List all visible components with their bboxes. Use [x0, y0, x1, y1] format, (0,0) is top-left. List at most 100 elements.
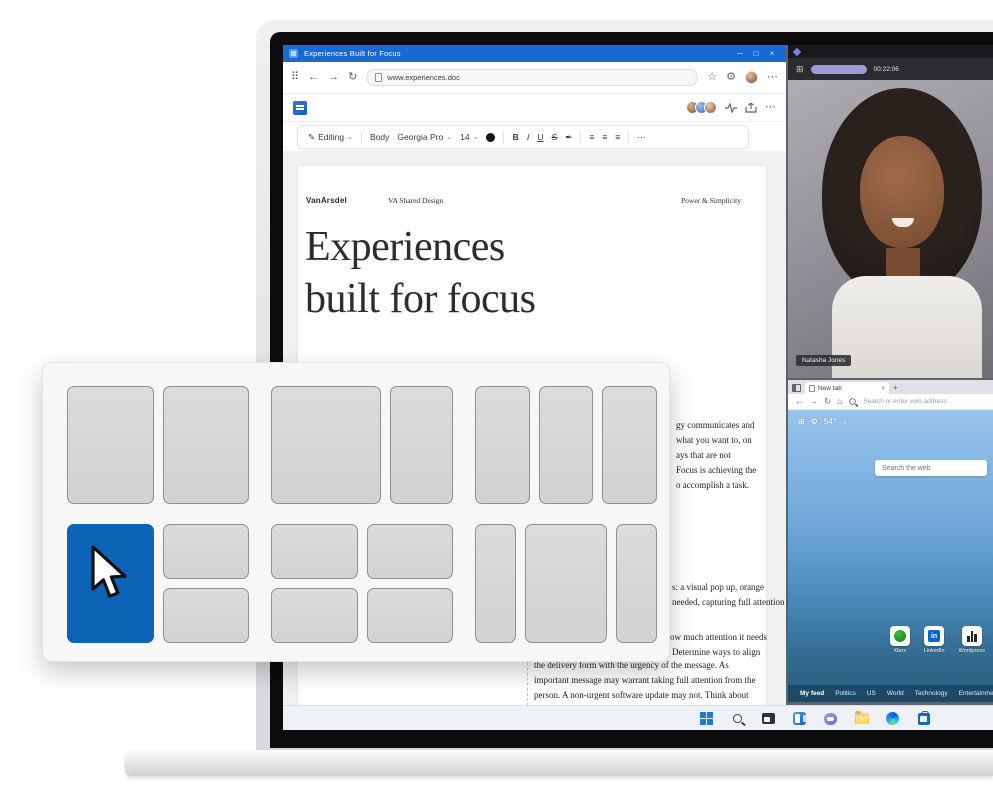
search-taskbar-icon[interactable] — [729, 710, 746, 727]
tab-bar: New tab × + — [788, 380, 993, 394]
store-taskbar-icon[interactable] — [915, 710, 932, 727]
snap-zone[interactable] — [163, 386, 250, 504]
address-placeholder[interactable]: Search or enter web address — [863, 398, 946, 405]
marketing-canvas: Experiences Built for Focus ─ □ × ⠿ ← → … — [0, 0, 993, 794]
news-category[interactable]: My feed — [800, 690, 824, 697]
word-logo-icon[interactable] — [293, 101, 307, 115]
address-bar[interactable]: www.experiences.doc — [366, 69, 698, 86]
back-icon[interactable]: ← — [795, 397, 804, 406]
back-icon[interactable]: ← — [308, 72, 319, 83]
toolbar-more-icon[interactable]: ⋯ — [637, 132, 646, 143]
forward-icon[interactable]: → — [328, 72, 339, 83]
shortcut-xbox[interactable]: Xbox — [890, 626, 910, 654]
gallery-view-icon[interactable]: ⊞ — [796, 65, 804, 74]
shortcut-linkedin[interactable]: inLinkedIn — [924, 626, 945, 654]
snap-zone[interactable] — [525, 524, 607, 643]
refresh-icon[interactable]: ↻ — [348, 72, 357, 83]
doc-subtitle: VA Shared Design — [388, 196, 443, 205]
bold-button[interactable]: B — [512, 132, 518, 142]
edge-taskbar-icon[interactable] — [884, 710, 901, 727]
favorites-icon[interactable]: ☆ — [707, 72, 717, 83]
close-button[interactable]: × — [764, 49, 780, 58]
meeting-titlebar[interactable] — [788, 45, 993, 58]
numbered-list-icon[interactable]: ≡ — [602, 132, 607, 142]
snap-zone[interactable] — [163, 524, 250, 579]
more-menu-icon[interactable]: ⋯ — [767, 72, 778, 83]
maximize-button[interactable]: □ — [748, 49, 764, 58]
participant-name-tag: Natasha Jones — [796, 355, 851, 366]
tab-title: New tab — [818, 385, 878, 392]
news-category-bar: My feed Politics US World Technology Entertai… — [788, 685, 993, 702]
chevron-down-icon: ⌄ — [347, 133, 353, 141]
meeting-controls-bar: ⊞ 00:22:06 — [788, 58, 993, 80]
doc-text-line: s: a visual pop up, orange — [672, 580, 797, 595]
underline-button[interactable]: U — [537, 132, 543, 142]
vertical-tabs-icon[interactable] — [792, 384, 801, 392]
task-view-taskbar-icon[interactable] — [760, 710, 777, 727]
refresh-icon[interactable]: ↻ — [824, 397, 831, 406]
paragraph-fragment: s: a visual pop up, orangeneeded, captur… — [672, 580, 797, 610]
apps-grid-icon[interactable]: ⠿ — [291, 72, 299, 83]
snap-zone[interactable] — [163, 588, 250, 643]
snap-zone[interactable] — [271, 588, 358, 643]
italic-button[interactable]: I — [527, 132, 530, 142]
editing-mode-dropdown[interactable]: ✎ Editing ⌄ — [308, 132, 353, 143]
news-category[interactable]: World — [887, 690, 904, 697]
font-dropdown[interactable]: Georgia Pro ⌄ — [397, 132, 452, 142]
news-category[interactable]: Politics — [835, 690, 856, 697]
browser-tab[interactable]: New tab × — [805, 382, 889, 394]
doc-text-line: o accomplish a task. — [676, 478, 756, 493]
font-color-button[interactable] — [486, 133, 495, 142]
weather-widget[interactable]: ⊞ ⚙ 54° ⌄ — [798, 417, 848, 426]
snap-zone[interactable] — [390, 386, 453, 504]
widgets-taskbar-icon[interactable] — [791, 710, 808, 727]
activity-icon[interactable] — [725, 103, 737, 113]
snap-zone[interactable] — [271, 386, 381, 504]
snap-layouts-flyout — [42, 362, 670, 662]
snap-zone[interactable] — [367, 524, 454, 579]
bullet-list-icon[interactable]: ≡ — [589, 132, 594, 142]
participant-video: Natasha Jones — [788, 80, 993, 378]
chevron-down-icon: ⌄ — [446, 133, 452, 141]
minimize-button[interactable]: ─ — [732, 49, 748, 58]
shortcut-label: Xbox — [893, 648, 906, 654]
snap-zone[interactable] — [367, 588, 454, 643]
highlighter-icon[interactable]: ✒ — [565, 132, 572, 143]
document-title: Experiences built for focus — [305, 222, 535, 325]
snap-zone[interactable] — [475, 386, 530, 504]
snap-zone[interactable] — [602, 386, 657, 504]
snap-zone[interactable] — [271, 524, 358, 579]
snap-zone[interactable] — [539, 386, 594, 504]
chat-taskbar-icon[interactable] — [822, 710, 839, 727]
participant-face — [860, 136, 944, 248]
share-icon[interactable] — [745, 103, 757, 113]
strikethrough-button[interactable]: S — [552, 132, 558, 142]
browser-settings-icon[interactable]: ⚙ — [726, 72, 736, 83]
news-category[interactable]: Entertainment — [959, 690, 993, 697]
doc-tagline: Power & Simplicity — [681, 196, 741, 205]
window-titlebar[interactable]: Experiences Built for Focus ─ □ × — [283, 45, 786, 62]
new-tab-icon[interactable]: + — [893, 383, 898, 392]
shortcut-wordpress[interactable]: Wordpress — [959, 626, 986, 654]
start-taskbar-icon[interactable] — [698, 710, 715, 727]
gear-icon[interactable]: ⚙ — [811, 417, 818, 426]
snap-zone[interactable] — [67, 386, 154, 504]
format-toolbar: ✎ Editing ⌄ Body Georgia Pro ⌄ 14 ⌄ — [297, 125, 749, 149]
align-icon[interactable]: ≡ — [615, 132, 620, 142]
snap-zone[interactable] — [475, 524, 516, 643]
grid-icon[interactable]: ⊞ — [798, 417, 805, 426]
meeting-timer: 00:22:06 — [874, 66, 899, 73]
snap-zone[interactable] — [616, 524, 657, 643]
forward-icon[interactable]: → — [810, 397, 819, 406]
home-icon[interactable]: ⌂ — [837, 397, 842, 406]
search-input[interactable]: Search the web — [875, 460, 987, 476]
tab-close-icon[interactable]: × — [881, 385, 885, 392]
font-size-dropdown[interactable]: 14 ⌄ — [460, 132, 478, 142]
profile-avatar[interactable] — [745, 71, 758, 84]
appbar-more-icon[interactable]: ⋯ — [765, 102, 776, 113]
news-category[interactable]: Technology — [915, 690, 948, 697]
style-dropdown[interactable]: Body — [370, 132, 389, 142]
news-category[interactable]: US — [867, 690, 876, 697]
snap-layout-quad — [271, 524, 453, 643]
file-explorer-taskbar-icon[interactable] — [853, 710, 870, 727]
